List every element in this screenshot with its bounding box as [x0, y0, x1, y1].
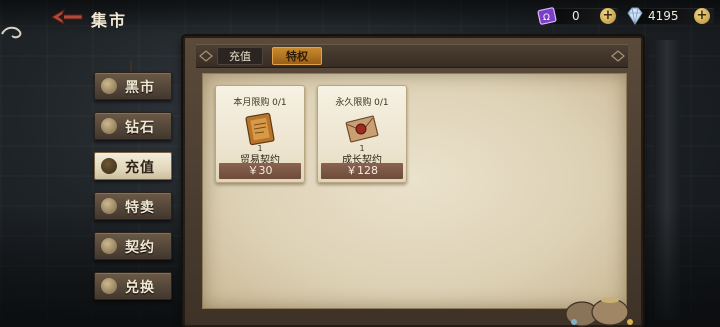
diamond-nav-icon: [101, 118, 117, 134]
purple-ticket-icon: Ω: [537, 7, 557, 25]
nav-label: 黑市: [125, 80, 155, 96]
nav-label: 钻石: [125, 120, 155, 136]
nav-item-contract[interactable]: 契约: [94, 232, 172, 260]
svg-text:Ω: Ω: [543, 13, 550, 23]
sale-tag-icon: [101, 198, 117, 214]
nav-item-black-market[interactable]: 黑市: [94, 72, 172, 100]
exchange-icon: [101, 278, 117, 294]
coin-sacks-icon: [565, 297, 633, 327]
rail-ornament-icon: [611, 50, 625, 62]
swirl-ornament-icon: [1, 26, 22, 39]
scroll-icon: [245, 112, 275, 146]
product-card-growth-contract[interactable]: 永久限购 0/1 1 成长契约 ￥128: [317, 85, 407, 183]
nav-item-recharge[interactable]: 充值: [94, 152, 172, 180]
price-button[interactable]: ￥128: [321, 163, 403, 179]
rail-ornament-icon: [199, 50, 213, 62]
sealed-letter-icon: [345, 115, 379, 143]
add-ticket-button[interactable]: +: [600, 8, 616, 24]
tab-recharge[interactable]: 充值: [217, 47, 263, 65]
nav-item-sale[interactable]: 特卖: [94, 192, 172, 220]
diamond-icon: [627, 7, 643, 25]
purchase-limit: 永久限购 0/1: [335, 98, 389, 108]
ticket-resource: Ω 0 +: [536, 5, 618, 27]
nav-label: 充值: [125, 160, 155, 176]
nav-label: 兑换: [125, 280, 155, 296]
diamond-resource: 4195 +: [624, 5, 714, 27]
price-button[interactable]: ￥30: [219, 163, 301, 179]
tab-privilege[interactable]: 特权: [272, 47, 322, 65]
nav-item-exchange[interactable]: 兑换: [94, 272, 172, 300]
ticket-count: 0: [572, 9, 580, 23]
page-title: 集市: [91, 11, 128, 30]
diamond-count: 4195: [648, 9, 679, 23]
product-card-trade-contract[interactable]: 本月限购 0/1 1 贸易契约 ￥30: [215, 85, 305, 183]
back-button[interactable]: [50, 7, 84, 27]
black-market-icon: [101, 78, 117, 94]
coin-bag-icon: [101, 158, 117, 174]
nav-item-diamond[interactable]: 钻石: [94, 112, 172, 140]
purchase-limit: 本月限购 0/1: [233, 98, 287, 108]
nav-chain: [130, 60, 132, 72]
nav-label: 契约: [125, 240, 155, 256]
add-diamond-button[interactable]: +: [694, 8, 710, 24]
contract-icon: [101, 238, 117, 254]
nav-label: 特卖: [125, 200, 155, 216]
